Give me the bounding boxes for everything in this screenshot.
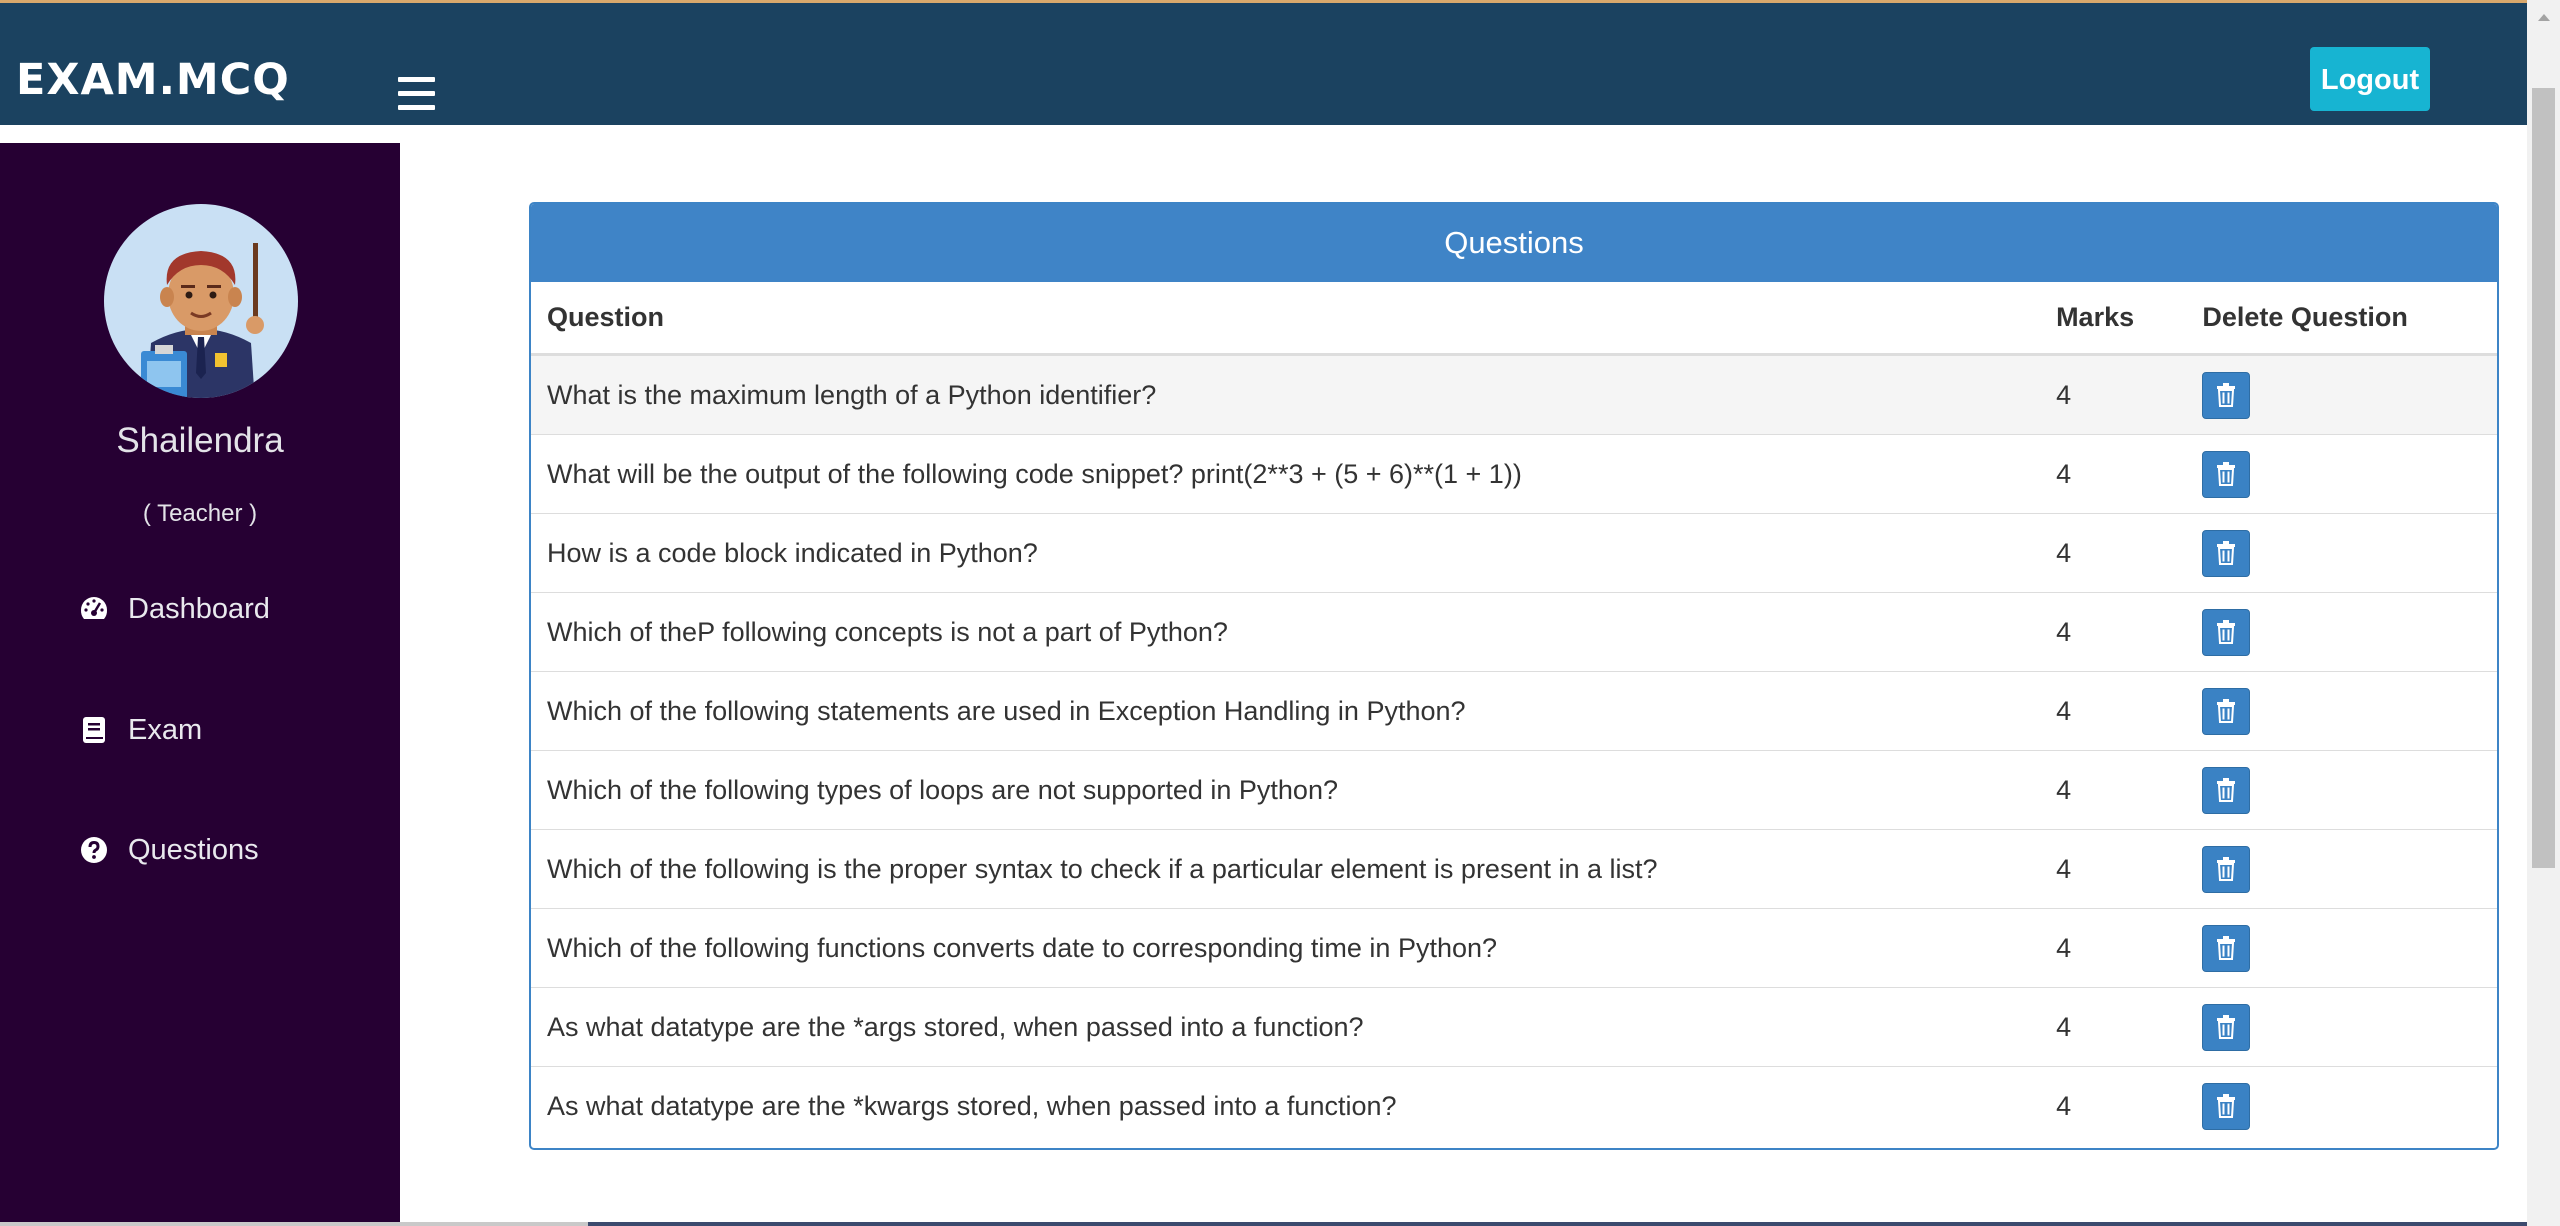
sidebar-item-label: Exam xyxy=(128,713,203,746)
user-role: ( Teacher ) xyxy=(142,500,258,527)
bottom-edge xyxy=(0,1222,2527,1226)
table-row: Which of the following statements are us… xyxy=(531,671,2497,751)
sidebar-item-label: Dashboard xyxy=(128,592,270,625)
table-row: What will be the output of the following… xyxy=(531,434,2497,514)
delete-question-button[interactable] xyxy=(2202,924,2251,972)
delete-cell xyxy=(2186,908,2497,988)
table-row: Which of the following functions convert… xyxy=(531,908,2497,988)
panel-title: Questions xyxy=(531,204,2497,282)
delete-cell xyxy=(2186,513,2497,593)
table-row: How is a code block indicated in Python?… xyxy=(531,513,2497,593)
delete-question-button[interactable] xyxy=(2202,608,2251,656)
questions-table: Question Marks Delete Question What is t… xyxy=(531,282,2497,1145)
sidebar-item-questions[interactable]: Questions xyxy=(78,825,259,875)
question-circle-icon xyxy=(78,834,110,866)
delete-question-button[interactable] xyxy=(2202,766,2251,814)
sidebar-item-exam[interactable]: Exam xyxy=(78,705,202,755)
table-row: Which of the following types of loops ar… xyxy=(531,750,2497,830)
question-text: As what datatype are the *args stored, w… xyxy=(531,987,2041,1067)
marks-value: 4 xyxy=(2040,908,2187,988)
user-name: Shailendra xyxy=(116,421,284,460)
book-icon xyxy=(78,714,110,746)
trash-icon xyxy=(2215,1094,2237,1118)
brand-logo[interactable]: EXAM.MCQ xyxy=(16,59,290,102)
delete-cell xyxy=(2186,987,2497,1067)
hamburger-menu-icon[interactable] xyxy=(398,77,435,111)
table-row: What is the maximum length of a Python i… xyxy=(531,354,2497,435)
marks-value: 4 xyxy=(2040,750,2187,830)
table-row: Which of the following is the proper syn… xyxy=(531,829,2497,909)
question-text: Which of the following is the proper syn… xyxy=(531,829,2041,909)
table-row: As what datatype are the *kwargs stored,… xyxy=(531,1066,2497,1145)
delete-cell xyxy=(2186,671,2497,751)
delete-cell xyxy=(2186,829,2497,909)
dashboard-icon xyxy=(78,593,110,625)
column-header-delete: Delete Question xyxy=(2186,282,2497,356)
delete-cell xyxy=(2186,592,2497,672)
marks-value: 4 xyxy=(2040,829,2187,909)
marks-value: 4 xyxy=(2040,671,2187,751)
trash-icon xyxy=(2215,857,2237,881)
delete-cell xyxy=(2186,1066,2497,1145)
marks-value: 4 xyxy=(2040,513,2187,593)
trash-icon xyxy=(2215,541,2237,565)
delete-cell xyxy=(2186,750,2497,830)
question-text: Which of the following functions convert… xyxy=(531,908,2041,988)
scroll-up-icon[interactable] xyxy=(2527,0,2560,34)
question-text: How is a code block indicated in Python? xyxy=(531,513,2041,593)
scrollbar-thumb[interactable] xyxy=(2532,88,2555,868)
marks-value: 4 xyxy=(2040,987,2187,1067)
delete-question-button[interactable] xyxy=(2202,1003,2251,1051)
question-text: What will be the output of the following… xyxy=(531,434,2041,514)
delete-question-button[interactable] xyxy=(2202,687,2251,735)
marks-value: 4 xyxy=(2040,434,2187,514)
delete-question-button[interactable] xyxy=(2202,371,2251,419)
column-header-question: Question xyxy=(531,282,2041,356)
delete-question-button[interactable] xyxy=(2202,845,2251,893)
teacher-avatar xyxy=(103,203,299,399)
trash-icon xyxy=(2215,778,2237,802)
trash-icon xyxy=(2215,936,2237,960)
sidebar: Shailendra ( Teacher ) Dashboard Exam Qu… xyxy=(0,143,400,1226)
navbar: EXAM.MCQ Logout xyxy=(0,3,2527,125)
question-text: Which of the following types of loops ar… xyxy=(531,750,2041,830)
column-header-marks: Marks xyxy=(2040,282,2187,356)
table-row: Which of theP following concepts is not … xyxy=(531,592,2497,672)
marks-value: 4 xyxy=(2040,592,2187,672)
question-text: Which of the following statements are us… xyxy=(531,671,2041,751)
table-row: As what datatype are the *args stored, w… xyxy=(531,987,2497,1067)
logout-button[interactable]: Logout xyxy=(2310,47,2430,111)
trash-icon xyxy=(2215,462,2237,486)
delete-question-button[interactable] xyxy=(2202,1082,2251,1130)
trash-icon xyxy=(2215,620,2237,644)
delete-question-button[interactable] xyxy=(2202,529,2251,577)
question-text: Which of theP following concepts is not … xyxy=(531,592,2041,672)
trash-icon xyxy=(2215,383,2237,407)
questions-panel: Questions Question Marks Delete Question… xyxy=(529,202,2499,1150)
sidebar-item-dashboard[interactable]: Dashboard xyxy=(78,584,270,634)
question-text: As what datatype are the *kwargs stored,… xyxy=(531,1066,2041,1145)
table-header-row: Question Marks Delete Question xyxy=(531,282,2497,356)
delete-cell xyxy=(2186,354,2497,435)
vertical-scrollbar[interactable] xyxy=(2527,0,2560,1226)
delete-cell xyxy=(2186,434,2497,514)
marks-value: 4 xyxy=(2040,354,2187,435)
trash-icon xyxy=(2215,699,2237,723)
trash-icon xyxy=(2215,1015,2237,1039)
delete-question-button[interactable] xyxy=(2202,450,2251,498)
sidebar-item-label: Questions xyxy=(128,833,259,866)
question-text: What is the maximum length of a Python i… xyxy=(531,354,2041,435)
marks-value: 4 xyxy=(2040,1066,2187,1145)
